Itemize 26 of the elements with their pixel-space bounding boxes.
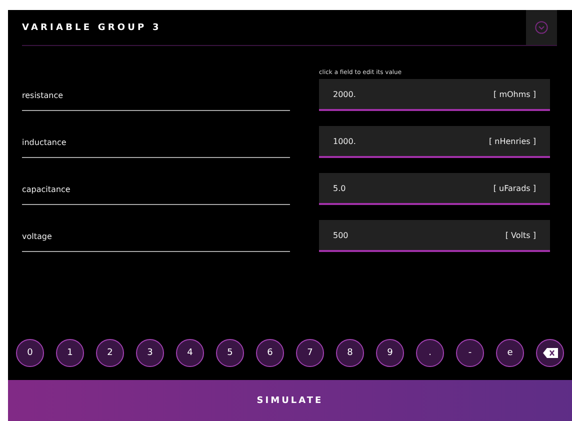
group-title: VARIABLE GROUP 3 (22, 22, 162, 32)
keypad-key[interactable]: 5 (216, 339, 244, 367)
keypad-key[interactable]: 7 (296, 339, 324, 367)
value-field[interactable]: 500 [ Volts ] (319, 220, 550, 252)
simulate-button[interactable]: SIMULATE (8, 380, 572, 421)
keypad-key[interactable]: 0 (16, 339, 44, 367)
backspace-icon (542, 348, 558, 358)
variable-label: voltage (22, 220, 290, 252)
value-field[interactable]: 2000. [ mOhms ] (319, 79, 550, 111)
keypad-key[interactable]: . (416, 339, 444, 367)
keypad-key[interactable]: 2 (96, 339, 124, 367)
keypad-key[interactable]: e (496, 339, 524, 367)
keypad-key[interactable]: 8 (336, 339, 364, 367)
keypad-key[interactable]: 6 (256, 339, 284, 367)
variable-label: capacitance (22, 173, 290, 205)
keypad-key[interactable]: 4 (176, 339, 204, 367)
variable-label: inductance (22, 126, 290, 158)
chevron-down-icon (535, 21, 548, 34)
keypad-key[interactable]: 3 (136, 339, 164, 367)
variable-label: resistance (22, 79, 290, 111)
value-field[interactable]: 5.0 [ uFarads ] (319, 173, 550, 205)
keypad-key[interactable]: 9 (376, 339, 404, 367)
keypad-key[interactable]: 1 (56, 339, 84, 367)
backspace-button[interactable] (536, 339, 564, 367)
keypad-key[interactable]: - (456, 339, 484, 367)
value-field[interactable]: 1000. [ nHenries ] (319, 126, 550, 158)
